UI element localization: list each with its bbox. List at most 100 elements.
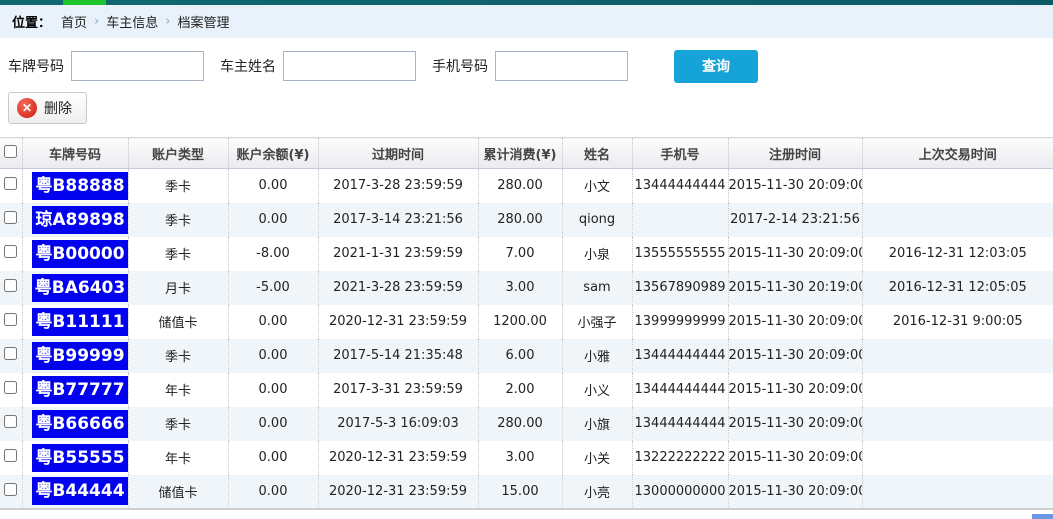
- table-row: 粤B99999 季卡 0.00 2017-5-14 21:35:48 6.00 …: [0, 339, 1053, 373]
- balance-cell: 0.00: [228, 441, 318, 475]
- table-row: 粤B66666 季卡 0.00 2017-5-3 16:09:03 280.00…: [0, 407, 1053, 441]
- breadcrumb-item-home[interactable]: 首页: [61, 12, 87, 31]
- row-checkbox[interactable]: [4, 347, 17, 360]
- plate-badge[interactable]: 粤B66666: [32, 410, 129, 438]
- account-type-cell: 季卡: [128, 339, 228, 373]
- breadcrumb-item-archive-mgmt[interactable]: 档案管理: [177, 12, 229, 31]
- select-all-checkbox[interactable]: [4, 145, 17, 158]
- name-cell: 小旗: [562, 407, 632, 441]
- name-cell: 小雅: [562, 339, 632, 373]
- breadcrumb: 位置： 首页 › 车主信息 › 档案管理: [0, 5, 1053, 38]
- balance-cell: 0.00: [228, 475, 318, 509]
- consume-cell: 1200.00: [478, 305, 562, 339]
- consume-cell: 3.00: [478, 441, 562, 475]
- plate-badge[interactable]: 粤B88888: [32, 172, 129, 200]
- row-checkbox[interactable]: [4, 449, 17, 462]
- balance-cell: 0.00: [228, 339, 318, 373]
- plate-cell: 粤B99999: [22, 339, 128, 373]
- header-phone: 手机号: [632, 138, 728, 169]
- chevron-right-icon: ›: [94, 14, 99, 29]
- expire-time-cell: 2021-1-31 23:59:59: [318, 237, 478, 271]
- plate-cell: 粤B77777: [22, 373, 128, 407]
- owner-name-input[interactable]: [283, 51, 416, 81]
- plate-badge[interactable]: 粤B99999: [32, 342, 129, 370]
- plate-number-field-group: 车牌号码: [8, 51, 204, 81]
- top-accent-bar: [0, 0, 1053, 5]
- plate-cell: 粤B44444: [22, 475, 128, 509]
- plate-badge[interactable]: 粤B55555: [32, 444, 129, 472]
- header-account-type: 账户类型: [128, 138, 228, 169]
- account-type-cell: 年卡: [128, 373, 228, 407]
- table-row: 粤B11111 储值卡 0.00 2020-12-31 23:59:59 120…: [0, 305, 1053, 339]
- header-name: 姓名: [562, 138, 632, 169]
- name-cell: sam: [562, 271, 632, 305]
- plate-badge[interactable]: 粤B11111: [32, 308, 129, 336]
- query-button[interactable]: 查询: [674, 50, 758, 83]
- register-time-cell: 2015-11-30 20:09:00: [728, 169, 862, 203]
- header-balance: 账户余额(¥): [228, 138, 318, 169]
- last-trade-time-cell: [862, 475, 1053, 509]
- table-row: 粤B88888 季卡 0.00 2017-3-28 23:59:59 280.0…: [0, 169, 1053, 203]
- row-checkbox-cell: [0, 475, 22, 509]
- plate-badge[interactable]: 粤BA6403: [32, 274, 129, 302]
- search-form: 车牌号码 车主姓名 手机号码 查询: [0, 38, 1053, 92]
- phone-cell: 13444444444: [632, 339, 728, 373]
- phone-number-input[interactable]: [495, 51, 628, 81]
- plate-cell: 粤B55555: [22, 441, 128, 475]
- plate-number-input[interactable]: [71, 51, 204, 81]
- phone-number-label: 手机号码: [432, 56, 488, 76]
- balance-cell: -8.00: [228, 237, 318, 271]
- row-checkbox-cell: [0, 407, 22, 441]
- phone-cell: 13567890989: [632, 271, 728, 305]
- plate-badge[interactable]: 粤B44444: [32, 477, 129, 505]
- row-checkbox-cell: [0, 271, 22, 305]
- expire-time-cell: 2017-3-28 23:59:59: [318, 169, 478, 203]
- row-checkbox[interactable]: [4, 211, 17, 224]
- last-trade-time-cell: [862, 339, 1053, 373]
- last-trade-time-cell: [862, 441, 1053, 475]
- row-checkbox-cell: [0, 203, 22, 237]
- consume-cell: 280.00: [478, 169, 562, 203]
- row-checkbox-cell: [0, 373, 22, 407]
- row-checkbox[interactable]: [4, 279, 17, 292]
- expire-time-cell: 2020-12-31 23:59:59: [318, 441, 478, 475]
- last-trade-time-cell: [862, 203, 1053, 237]
- row-checkbox[interactable]: [4, 313, 17, 326]
- row-checkbox[interactable]: [4, 415, 17, 428]
- name-cell: 小关: [562, 441, 632, 475]
- name-cell: 小义: [562, 373, 632, 407]
- row-checkbox[interactable]: [4, 483, 17, 496]
- owner-name-field-group: 车主姓名: [220, 51, 416, 81]
- row-checkbox[interactable]: [4, 245, 17, 258]
- phone-cell: 13000000000: [632, 475, 728, 509]
- breadcrumb-label: 位置：: [12, 12, 51, 31]
- plate-badge[interactable]: 粤B77777: [32, 376, 129, 404]
- expire-time-cell: 2017-3-14 23:21:56: [318, 203, 478, 237]
- horizontal-scrollbar: [0, 510, 1053, 519]
- table-row: 粤B55555 年卡 0.00 2020-12-31 23:59:59 3.00…: [0, 441, 1053, 475]
- consume-cell: 280.00: [478, 407, 562, 441]
- last-trade-time-cell: 2016-12-31 9:00:05: [862, 305, 1053, 339]
- plate-cell: 粤BA6403: [22, 271, 128, 305]
- name-cell: 小文: [562, 169, 632, 203]
- phone-cell: 13555555555: [632, 237, 728, 271]
- expire-time-cell: 2020-12-31 23:59:59: [318, 305, 478, 339]
- consume-cell: 15.00: [478, 475, 562, 509]
- balance-cell: 0.00: [228, 305, 318, 339]
- delete-button[interactable]: ✕ 删除: [8, 92, 87, 124]
- expire-time-cell: 2017-3-31 23:59:59: [318, 373, 478, 407]
- header-plate: 车牌号码: [22, 138, 128, 169]
- header-register-time: 注册时间: [728, 138, 862, 169]
- header-consume: 累计消费(¥): [478, 138, 562, 169]
- row-checkbox-cell: [0, 339, 22, 373]
- last-trade-time-cell: [862, 169, 1053, 203]
- plate-badge[interactable]: 琼A89898: [32, 206, 129, 234]
- breadcrumb-item-owner-info[interactable]: 车主信息: [106, 12, 158, 31]
- plate-badge[interactable]: 粤B00000: [32, 240, 129, 268]
- register-time-cell: 2015-11-30 20:09:00: [728, 441, 862, 475]
- horizontal-scrollbar-thumb[interactable]: [1032, 514, 1053, 519]
- toolbar: ✕ 删除: [0, 92, 1053, 137]
- row-checkbox[interactable]: [4, 177, 17, 190]
- delete-x-circle-icon: ✕: [17, 98, 37, 118]
- row-checkbox[interactable]: [4, 381, 17, 394]
